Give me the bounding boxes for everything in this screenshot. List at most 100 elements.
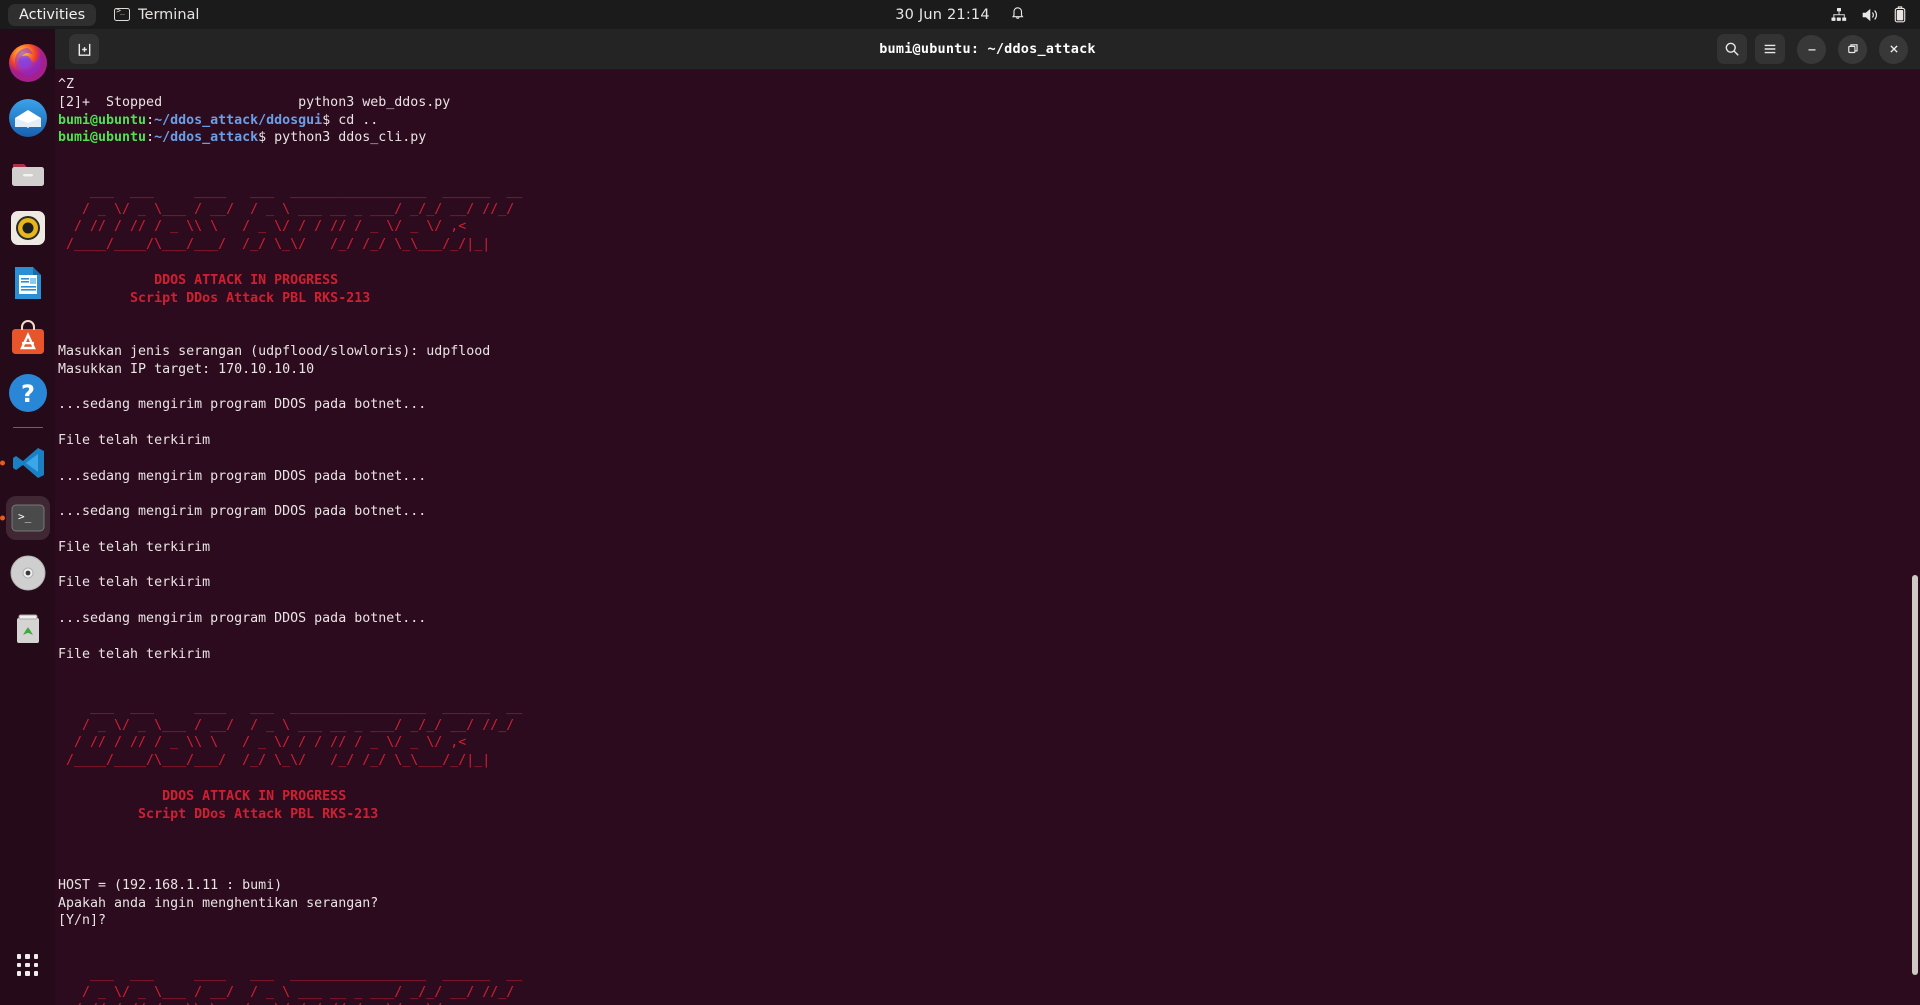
dock-item-vscode[interactable]	[6, 441, 50, 485]
firefox-icon	[8, 44, 47, 82]
apps-grid-icon	[16, 954, 39, 976]
dock-item-terminal[interactable]: >_	[5, 496, 50, 540]
terminal-line: Masukkan IP target: 170.10.10.10	[58, 361, 315, 377]
show-applications-button[interactable]	[6, 943, 50, 987]
terminal-line: File telah terkirim	[58, 539, 211, 555]
terminal-scrollbar[interactable]	[1912, 575, 1918, 975]
search-button[interactable]	[1717, 34, 1747, 64]
files-icon	[11, 164, 44, 186]
prompt-command: cd ..	[338, 112, 379, 128]
disc-icon	[10, 555, 45, 591]
terminal-line: ...sedang mengirim program DDOS pada bot…	[58, 397, 427, 413]
prompt-user: bumi@ubuntu	[58, 130, 147, 146]
terminal-line: / // / // / _ \\ \ / _ \/ / / // / _ \/ …	[58, 735, 467, 751]
terminal-line: ...sedang mengirim program DDOS pada bot…	[58, 504, 427, 520]
prompt-separator: :	[146, 112, 155, 128]
activities-button[interactable]: Activities	[8, 3, 97, 26]
clock-area[interactable]: 30 Jun 21:14	[895, 5, 1025, 24]
terminal-line: File telah terkirim	[58, 432, 211, 448]
vscode-icon	[12, 448, 44, 478]
terminal-line: File telah terkirim	[58, 646, 211, 662]
rhythmbox-icon	[10, 211, 45, 245]
terminal-line: DDOS ATTACK IN PROGRESS	[58, 272, 339, 288]
terminal-line: DDOS ATTACK IN PROGRESS	[58, 788, 347, 804]
dock-item-trash[interactable]	[6, 606, 50, 650]
dock-item-disc[interactable]	[6, 551, 50, 595]
dock-item-help[interactable]: ?	[6, 371, 50, 415]
trash-icon	[16, 614, 39, 643]
prompt-dollar: $	[322, 112, 339, 128]
ubuntu-software-icon	[11, 320, 44, 354]
close-button[interactable]	[1879, 34, 1908, 64]
prompt-path: ~/ddos_attack	[154, 130, 259, 146]
thunderbird-icon	[8, 99, 47, 137]
network-icon	[1831, 7, 1847, 22]
terminal-lines: ^Z [2]+ Stopped python3 web_ddos.py bumi@u…	[58, 76, 1920, 1005]
system-status-icons[interactable]	[1831, 6, 1906, 23]
terminal-line: / _ \/ _ \___ / __/ / _ \ ___ __ _ ___/ …	[58, 201, 515, 217]
terminal-line: ___ ___ ____ ___ _________________ _____…	[58, 183, 523, 199]
terminal-line: / _ \/ _ \___ / __/ / _ \ ___ __ _ ___/ …	[58, 717, 515, 733]
close-icon	[1889, 45, 1898, 53]
prompt-path: ~/ddos_attack/ddosgui	[154, 112, 323, 128]
terminal-line: / // / // / _ \\ \ / _ \/ / / // / _ \/ …	[58, 219, 467, 235]
new-tab-icon	[78, 43, 90, 56]
dock-item-firefox[interactable]	[6, 41, 50, 85]
hamburger-menu-icon	[1764, 44, 1776, 54]
libreoffice-writer-icon	[14, 267, 41, 299]
terminal-line: bumi@ubuntu:~/ddos_attack/ddosgui$ cd ..	[58, 112, 1920, 130]
menu-button[interactable]	[1755, 34, 1785, 64]
dock-item-thunderbird[interactable]	[6, 96, 50, 140]
terminal-line: ...sedang mengirim program DDOS pada bot…	[58, 468, 427, 484]
window-controls	[1717, 34, 1908, 64]
new-tab-button[interactable]	[69, 34, 99, 64]
terminal-line: /____/____/\___/___/ /_/ \_\/ /_/ /_/ \_…	[58, 753, 491, 769]
terminal-line: ___ ___ ____ ___ _________________ _____…	[58, 699, 523, 715]
svg-text:?: ?	[21, 380, 35, 408]
terminal-line: Masukkan jenis serangan (udpflood/slowlo…	[58, 343, 491, 359]
terminal-line: /____/____/\___/___/ /_/ \_\/ /_/ /_/ \_…	[58, 237, 491, 253]
svg-text:>_: >_	[18, 510, 32, 523]
minimize-icon	[1808, 49, 1815, 51]
terminal-line: / _ \/ _ \___ / __/ / _ \ ___ __ _ ___/ …	[58, 984, 515, 1000]
terminal-line: Script DDos Attack PBL RKS-213	[58, 290, 371, 306]
app-menu-button[interactable]: Terminal	[114, 6, 199, 23]
window-title: bumi@ubuntu: ~/ddos_attack	[879, 41, 1096, 57]
dock-item-ubuntu-software[interactable]	[6, 316, 50, 360]
terminal-line: ^Z	[58, 77, 75, 92]
clock-label: 30 Jun 21:14	[895, 6, 990, 23]
maximize-icon	[1847, 44, 1858, 54]
maximize-button[interactable]	[1838, 34, 1867, 64]
terminal-output[interactable]: ^Z [2]+ Stopped python3 web_ddos.py bumi@u…	[55, 70, 1920, 1005]
terminal-line: ...sedang mengirim program DDOS pada bot…	[58, 610, 427, 626]
ubuntu-dock: ? >_	[0, 29, 55, 1005]
terminal-line: bumi@ubuntu:~/ddos_attack$ python3 ddos_…	[58, 129, 1920, 147]
dock-item-libreoffice-writer[interactable]	[6, 261, 50, 305]
dock-item-rhythmbox[interactable]	[6, 206, 50, 250]
volume-icon	[1862, 8, 1879, 22]
battery-icon	[1894, 6, 1906, 23]
minimize-button[interactable]	[1797, 34, 1826, 64]
terminal-line: HOST = (192.168.1.11 : bumi)	[58, 877, 283, 893]
bell-icon	[1010, 5, 1025, 24]
prompt-command: python3 ddos_cli.py	[274, 130, 427, 146]
window-titlebar: bumi@ubuntu: ~/ddos_attack	[55, 29, 1920, 70]
terminal-window: bumi@ubuntu: ~/ddos_attack ^Z [2]+ Stopp…	[55, 29, 1920, 1005]
dock-item-files[interactable]	[6, 151, 50, 195]
terminal-line: File telah terkirim	[58, 575, 211, 591]
